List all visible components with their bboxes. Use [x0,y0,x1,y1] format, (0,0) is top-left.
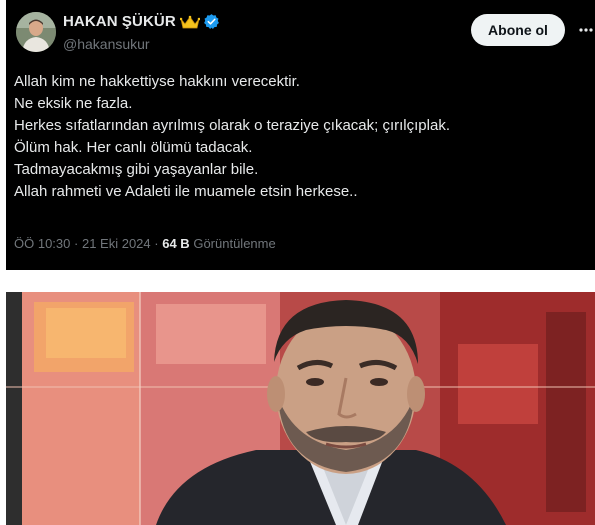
meta-separator: · [154,236,159,251]
tweet-line: Ölüm hak. Her canlı ölümü tadacak. [14,139,253,156]
more-options-icon[interactable] [578,22,594,38]
meta-separator: · [74,236,79,251]
tweet-card: HAKAN ŞÜKÜR @hakansukur Abone ol Allah k… [6,0,595,270]
views-count: 64 B [162,236,190,251]
tweet-line: Tadmayacakmış gibi yaşayanlar bile. [14,161,259,178]
author-row: HAKAN ŞÜKÜR [63,13,220,30]
author-name[interactable]: HAKAN ŞÜKÜR [63,13,176,30]
tweet-meta: ÖÖ 10:30 · 21 Eki 2024 · 64 B Görüntülen… [14,236,276,251]
tweet-text: Allah kim ne hakkettiyse hakkını verecek… [14,71,584,203]
tweet-line: Allah rahmeti ve Adaleti ile muamele ets… [14,183,358,200]
tweet-time[interactable]: ÖÖ 10:30 [14,236,70,251]
author-handle[interactable]: @hakansukur [63,36,150,52]
portrait-image [6,292,595,525]
avatar[interactable] [16,12,56,52]
views-label: Görüntülenme [193,236,276,251]
tweet-date[interactable]: 21 Eki 2024 [82,236,151,251]
follow-button[interactable]: Abone ol [471,14,565,46]
tv-studio-photo [6,292,595,525]
crown-icon [179,15,200,28]
avatar-image [16,12,56,52]
tweet-line: Ne eksik ne fazla. [14,95,133,112]
tweet-line: Allah kim ne hakkettiyse hakkını verecek… [14,73,300,90]
verified-badge-icon [203,14,219,29]
tweet-line: Herkes sıfatlarından ayrılmış olarak o t… [14,117,450,134]
